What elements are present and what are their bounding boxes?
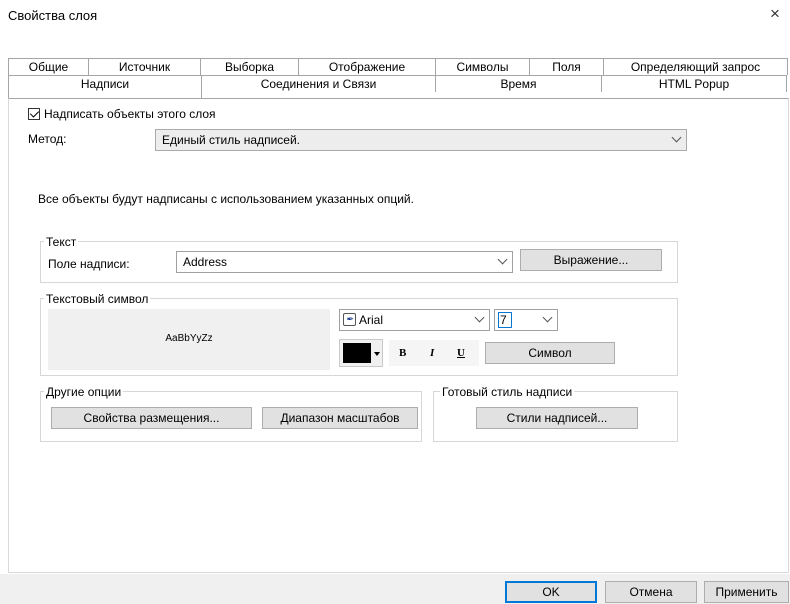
preview-text: AaBbYyZz [165,333,213,344]
tab-fields[interactable]: Поля [529,58,604,75]
label-features-label: Надписать объекты этого слоя [44,107,216,121]
label-features-row[interactable]: Надписать объекты этого слоя [28,107,216,121]
apply-button[interactable]: Применить [704,581,789,603]
tab-time[interactable]: Время [435,75,602,92]
tab-labels[interactable]: Надписи [8,75,202,99]
format-toolbar: B I U [389,340,479,366]
ok-button[interactable]: OK [505,581,597,603]
chevron-down-icon [497,254,508,265]
tab-symbology[interactable]: Символы [435,58,530,75]
window-title: Свойства слоя [8,8,98,23]
tab-display[interactable]: Отображение [298,58,436,75]
italic-button[interactable]: I [430,347,434,359]
expression-button[interactable]: Выражение... [520,249,662,271]
font-value: Arial [359,313,384,327]
tab-selection[interactable]: Выборка [200,58,299,75]
font-type-icon: ✒ [343,313,356,326]
color-swatch [343,343,371,363]
cancel-button[interactable]: Отмена [605,581,697,603]
text-symbol-group-title: Текстовый символ [44,292,151,306]
symbol-preview: AaBbYyZz [48,309,330,370]
other-options-title: Другие опции [44,385,124,399]
font-size-value[interactable]: 7 [500,313,507,327]
chevron-down-icon [542,312,553,323]
tab-row-2: Надписи Соединения и Связи Время HTML Po… [8,75,787,99]
tab-general[interactable]: Общие [8,58,89,75]
tab-definition-query[interactable]: Определяющий запрос [603,58,788,75]
bold-button[interactable]: B [399,347,406,359]
info-text: Все объекты будут надписаны с использова… [38,192,414,206]
chevron-down-icon [474,312,485,323]
tab-row-1: Общие Источник Выборка Отображение Симво… [8,58,788,76]
label-features-checkbox[interactable] [28,108,40,120]
label-field-dropdown[interactable]: Address [176,251,513,273]
tab-html-popup[interactable]: HTML Popup [601,75,787,92]
label-styles-button[interactable]: Стили надписей... [476,407,638,429]
symbol-button[interactable]: Символ [485,342,615,364]
label-field-label: Поле надписи: [48,257,130,271]
close-icon[interactable]: × [770,4,780,24]
text-group-title: Текст [44,235,79,249]
placement-properties-button[interactable]: Свойства размещения... [51,407,252,429]
font-size-dropdown[interactable]: 7 [494,309,558,331]
tab-joins-relates[interactable]: Соединения и Связи [201,75,436,92]
method-dropdown[interactable]: Единый стиль надписей. [155,129,687,151]
method-label: Метод: [28,132,67,146]
font-dropdown[interactable]: ✒ Arial [339,309,490,331]
label-style-title: Готовый стиль надписи [440,385,575,399]
scale-range-button[interactable]: Диапазон масштабов [262,407,418,429]
tab-source[interactable]: Источник [88,58,201,75]
color-picker[interactable] [339,339,383,367]
chevron-down-icon [671,132,682,143]
method-value: Единый стиль надписей. [162,133,300,147]
color-dropdown-arrow-icon [374,352,380,356]
underline-button[interactable]: U [457,347,465,359]
label-field-value: Address [183,255,228,269]
